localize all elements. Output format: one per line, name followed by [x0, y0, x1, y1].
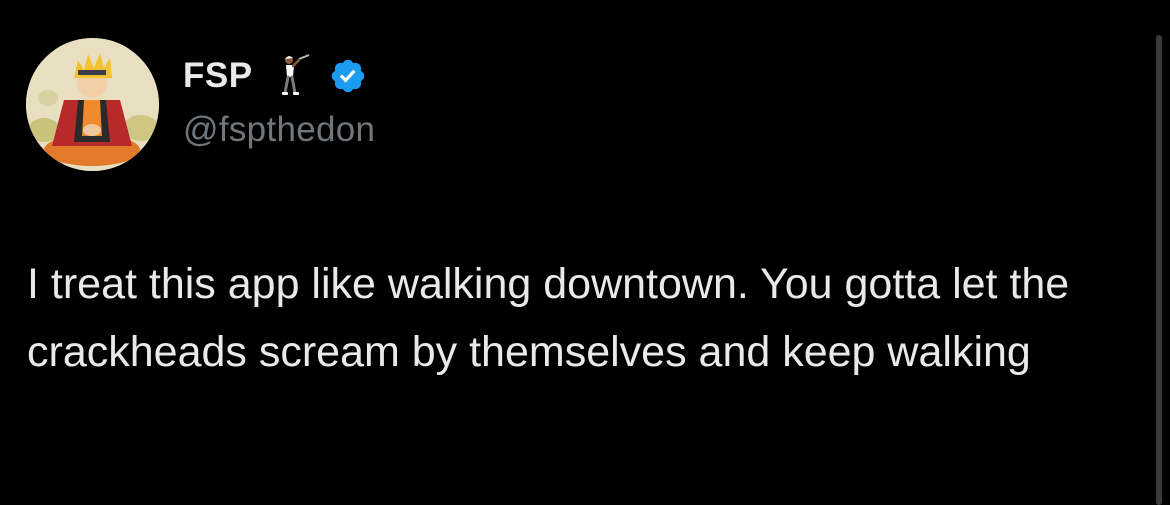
golfer-emoji-icon [275, 53, 315, 99]
verified-badge-icon[interactable] [329, 57, 367, 95]
avatar[interactable] [26, 38, 159, 171]
avatar-image [26, 38, 159, 171]
scrollbar[interactable] [1156, 35, 1162, 505]
tweet-text: I treat this app like walking downtown. … [27, 260, 1070, 376]
author-handle[interactable]: @fspthedon [183, 110, 375, 150]
author-name-row: FSP [183, 54, 367, 98]
tweet-card: FSP @fspthedon I treat this app like wal… [0, 0, 1170, 505]
display-name[interactable]: FSP [183, 56, 253, 96]
